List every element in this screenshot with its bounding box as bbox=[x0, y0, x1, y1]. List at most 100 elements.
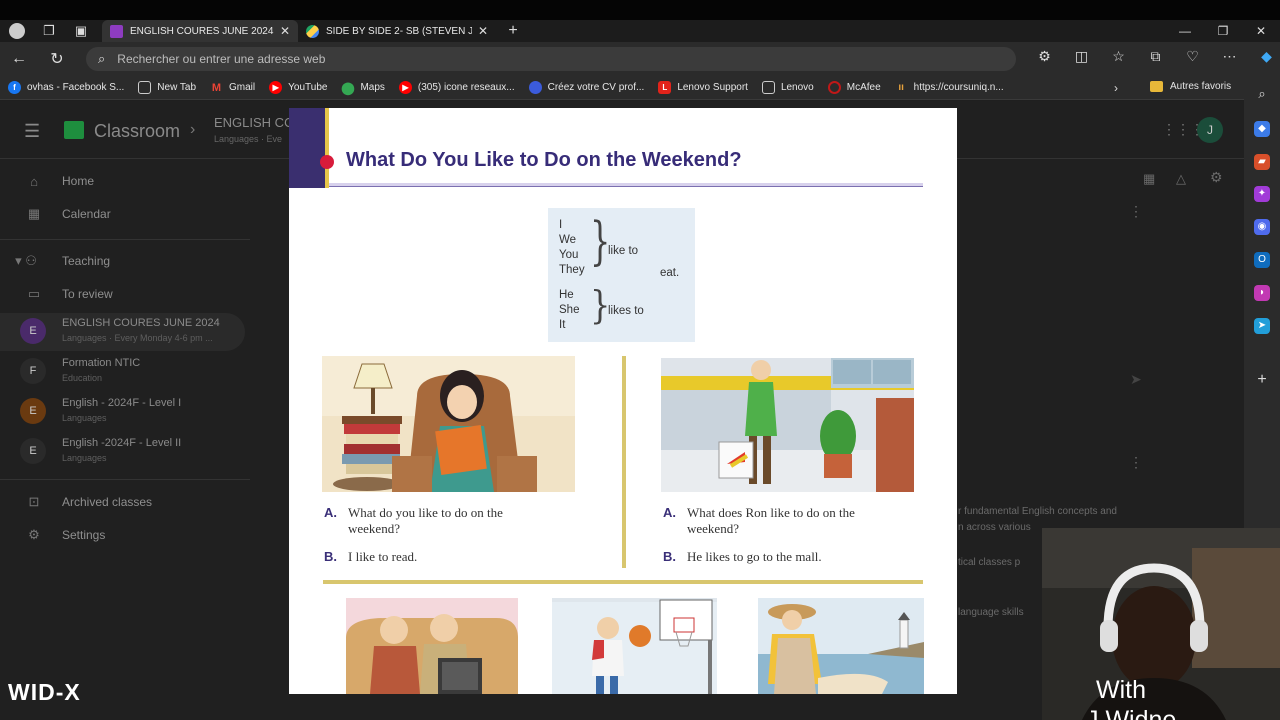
maps-icon: ⬤ bbox=[341, 80, 355, 95]
bookmark-new-tab[interactable]: New Tab bbox=[138, 81, 196, 94]
course-name: Formation NTIC bbox=[62, 357, 141, 369]
nav-to-review[interactable]: ▭ To review bbox=[0, 278, 240, 310]
tab-classroom[interactable]: ENGLISH COURES JUNE 2024 La ✕ bbox=[102, 20, 298, 42]
bookmark-mcafee[interactable]: McAfee bbox=[827, 81, 881, 94]
classroom-logo bbox=[64, 121, 84, 139]
pronoun: We bbox=[559, 234, 577, 246]
send-icon[interactable]: ➤ bbox=[1130, 371, 1142, 388]
bookmark-label: Autres favoris bbox=[1170, 81, 1232, 92]
qa-answer: B. I like to read. bbox=[324, 549, 417, 565]
designer-icon[interactable]: ◗ bbox=[1254, 285, 1270, 301]
more-vert-icon[interactable]: ⋮ bbox=[1129, 203, 1143, 220]
minimize-icon[interactable]: — bbox=[1166, 20, 1204, 42]
nav-label: Settings bbox=[62, 528, 106, 542]
menu-icon[interactable]: ☰ bbox=[24, 121, 40, 142]
link-icon: ıı bbox=[898, 82, 904, 93]
divider bbox=[0, 239, 250, 240]
bookmark-gmail[interactable]: M Gmail bbox=[210, 81, 255, 94]
workspaces-icon[interactable]: ❐ bbox=[38, 20, 60, 42]
close-icon[interactable]: ✕ bbox=[280, 24, 290, 38]
reload-icon[interactable]: ↻ bbox=[38, 49, 76, 69]
drive-folder-icon[interactable]: △ bbox=[1176, 171, 1186, 187]
close-window-icon[interactable]: ✕ bbox=[1242, 20, 1280, 42]
copilot-icon[interactable]: ◆ bbox=[1248, 48, 1280, 65]
course-item[interactable]: F Formation NTIC Education bbox=[0, 353, 245, 391]
shopping-icon[interactable]: ◆ bbox=[1254, 121, 1270, 137]
answer-text: He likes to go to the mall. bbox=[687, 549, 822, 564]
close-icon[interactable]: ✕ bbox=[478, 24, 488, 38]
performance-icon[interactable]: ♡ bbox=[1174, 48, 1211, 65]
bookmark-maps[interactable]: ⬤ Maps bbox=[341, 80, 385, 95]
bookmark-cv[interactable]: Créez votre CV prof... bbox=[528, 81, 644, 94]
avatar[interactable]: J bbox=[1197, 117, 1223, 143]
settings-icon[interactable]: ⚙ bbox=[1210, 169, 1223, 186]
description-text: n across various bbox=[958, 522, 1031, 533]
mall-illustration bbox=[661, 358, 914, 492]
extensions-icon[interactable]: ⚙ bbox=[1026, 48, 1063, 65]
course-item[interactable]: E English - 2024F - Level I Languages bbox=[0, 393, 245, 431]
bookmark-lenovo[interactable]: Lenovo bbox=[761, 81, 814, 94]
course-item[interactable]: E ENGLISH COURES JUNE 2024 Languages · Eve… bbox=[0, 313, 245, 351]
bookmark-icone-reseaux[interactable]: ▶ (305) icone reseaux... bbox=[398, 81, 515, 94]
back-icon[interactable]: ← bbox=[0, 50, 38, 68]
bookmark-youtube[interactable]: ▶ YouTube bbox=[269, 81, 327, 94]
course-subtitle: Languages · Every Monday 4-6 pm ... bbox=[62, 333, 213, 343]
lenovo-icon: L bbox=[658, 81, 672, 94]
add-icon[interactable]: + bbox=[1254, 372, 1270, 388]
nav-home[interactable]: ⌂ Home bbox=[0, 165, 240, 197]
favorites-icon[interactable]: ☆ bbox=[1100, 48, 1137, 65]
course-subtitle: Languages bbox=[62, 413, 107, 423]
nav-calendar[interactable]: ▦ Calendar bbox=[0, 198, 240, 230]
outlook-icon[interactable]: O bbox=[1254, 252, 1270, 268]
nav-teaching[interactable]: ▾ ⚇ Teaching bbox=[0, 245, 240, 277]
collections-icon[interactable]: ⧉ bbox=[1137, 48, 1174, 65]
games-icon[interactable]: ✦ bbox=[1254, 186, 1270, 202]
tab-bar: ❐ ▣ ENGLISH COURES JUNE 2024 La ✕ SIDE B… bbox=[0, 20, 1280, 42]
qa-answer: B. He likes to go to the mall. bbox=[663, 549, 822, 565]
caption-line1: With bbox=[1096, 676, 1146, 704]
window-controls: — ❐ ✕ bbox=[1166, 20, 1280, 42]
profile-icon[interactable] bbox=[6, 20, 28, 42]
chevron-right-icon[interactable]: › bbox=[1114, 81, 1118, 95]
page-icon bbox=[138, 81, 152, 94]
restore-icon[interactable]: ❐ bbox=[1204, 20, 1242, 42]
more-icon[interactable]: ⋯ bbox=[1211, 48, 1248, 65]
tab-actions-icon[interactable]: ▣ bbox=[70, 20, 92, 42]
nav-archived[interactable]: ⊡ Archived classes bbox=[0, 486, 240, 518]
bullet-dot bbox=[320, 155, 334, 169]
telegram-icon[interactable]: ➤ bbox=[1254, 318, 1270, 334]
reading-illustration bbox=[322, 356, 575, 492]
question-text: weekend? bbox=[348, 521, 400, 536]
verb-phrase: likes to bbox=[608, 305, 644, 317]
bookmark-coursuniq[interactable]: ıı https://coursuniq.n... bbox=[895, 81, 1003, 94]
object-word: eat. bbox=[660, 267, 680, 279]
more-vert-icon[interactable]: ⋮ bbox=[1129, 454, 1143, 471]
nav-settings[interactable]: ⚙ Settings bbox=[0, 519, 240, 551]
tab-side-by-side[interactable]: SIDE BY SIDE 2- SB (STEVEN J. M ✕ bbox=[298, 20, 498, 42]
bookmark-facebook[interactable]: f ovhas - Facebook S... bbox=[8, 81, 124, 94]
description-text: language skills bbox=[958, 607, 1024, 618]
calendar-icon[interactable]: ▦ bbox=[1143, 171, 1155, 187]
qa-question: A. What do you like to do on the bbox=[324, 505, 503, 521]
label-b: B. bbox=[324, 549, 337, 564]
address-bar[interactable]: ⌕ Rechercher ou entrer une adresse web bbox=[86, 47, 1016, 71]
caption-line2: J.Widne bbox=[1086, 706, 1177, 720]
new-tab-button[interactable]: + bbox=[502, 20, 524, 42]
course-name: ENGLISH COURES JUNE 2024 bbox=[62, 317, 220, 329]
qa-question-cont: weekend? bbox=[663, 521, 739, 537]
course-item[interactable]: E English -2024F - Level II Languages bbox=[0, 433, 245, 471]
label-b: B. bbox=[663, 549, 676, 564]
tv-watching-illustration bbox=[346, 598, 518, 694]
document-page: What Do You Like to Do on the Weekend? I… bbox=[289, 108, 957, 694]
bookmark-label: Lenovo Support bbox=[677, 82, 748, 93]
course-title[interactable]: ENGLISH CO bbox=[214, 115, 294, 130]
search-icon[interactable]: ⌕ bbox=[1254, 86, 1270, 102]
chevron-right-icon: › bbox=[190, 121, 196, 138]
split-screen-icon[interactable]: ◫ bbox=[1063, 48, 1100, 65]
bookmark-other-favorites[interactable]: Autres favoris bbox=[1150, 81, 1231, 92]
classroom-icon bbox=[110, 24, 123, 38]
copilot-sidebar-icon[interactable]: ◉ bbox=[1254, 219, 1270, 235]
bookmark-lenovo-support[interactable]: L Lenovo Support bbox=[658, 81, 748, 94]
tab-title: SIDE BY SIDE 2- SB (STEVEN J. M bbox=[326, 25, 472, 37]
tools-icon[interactable]: ▰ bbox=[1254, 154, 1270, 170]
